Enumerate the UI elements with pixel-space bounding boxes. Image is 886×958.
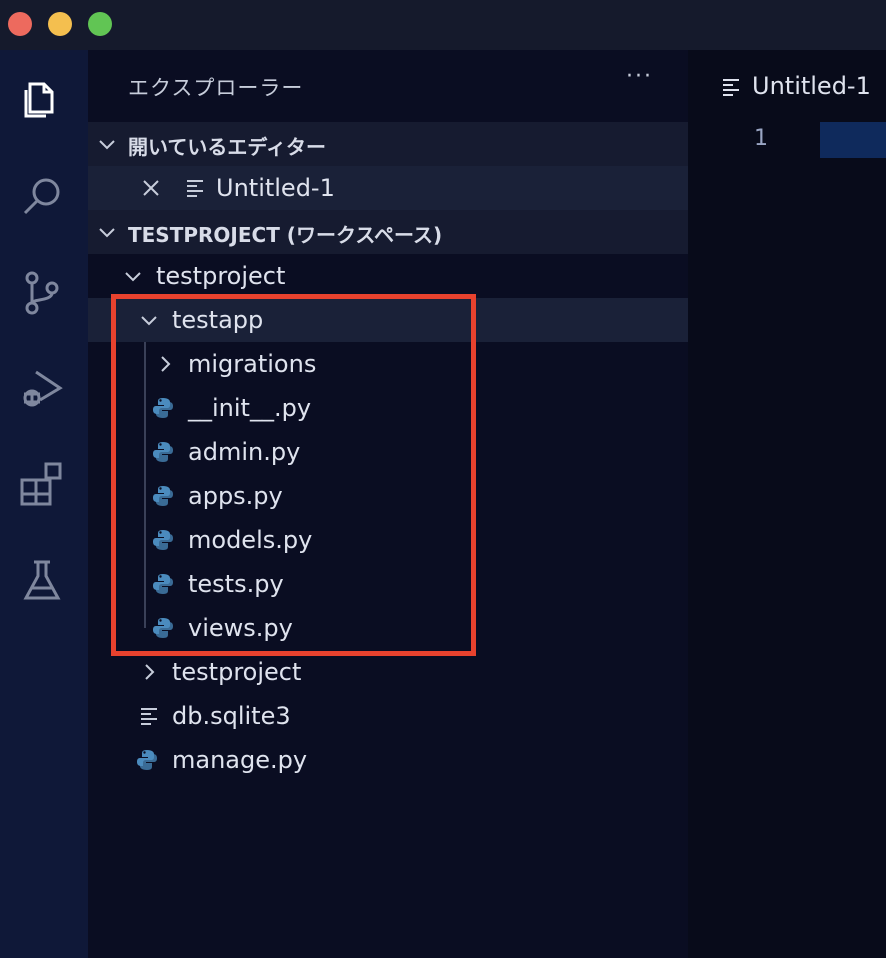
file-manage-py[interactable]: manage.py — [88, 738, 688, 782]
folder-label: testproject — [156, 262, 286, 290]
text-file-icon — [141, 708, 157, 725]
workspace-label: TESTPROJECT (ワークスペース) — [128, 223, 443, 247]
explorer-icon[interactable] — [14, 70, 70, 126]
workspace-section[interactable]: TESTPROJECT (ワークスペース) — [88, 210, 688, 254]
chevron-down-icon — [99, 228, 115, 238]
explorer-header: エクスプローラー ··· — [88, 50, 688, 122]
more-actions-button[interactable]: ··· — [626, 64, 653, 89]
file-db-sqlite3[interactable]: db.sqlite3 — [88, 694, 688, 738]
folder-testproject-sub[interactable]: testproject — [88, 650, 688, 694]
chevron-down-icon — [125, 272, 141, 282]
open-editor-item[interactable]: Untitled-1 — [88, 166, 688, 210]
editor-tab-label: Untitled-1 — [752, 72, 871, 100]
explorer-title: エクスプローラー — [128, 76, 304, 100]
chevron-down-icon — [99, 140, 115, 150]
python-icon — [137, 750, 157, 770]
search-icon[interactable] — [14, 168, 70, 224]
text-file-icon — [187, 180, 203, 197]
open-editors-section[interactable]: 開いているエディター — [88, 122, 688, 166]
file-label: manage.py — [172, 746, 308, 774]
folder-testproject-root[interactable]: testproject — [88, 254, 688, 298]
extensions-icon[interactable] — [14, 456, 70, 512]
text-file-icon — [723, 79, 739, 96]
maximize-window-button[interactable] — [88, 12, 112, 36]
folder-label: testproject — [172, 658, 302, 686]
title-bar — [0, 0, 886, 50]
close-window-button[interactable] — [8, 12, 32, 36]
highlight-box — [111, 294, 476, 656]
open-editor-label: Untitled-1 — [216, 174, 335, 202]
editor-area: Untitled-1 1 — [688, 50, 886, 958]
testing-icon[interactable] — [14, 552, 70, 608]
editor-tab[interactable]: Untitled-1 — [688, 50, 886, 124]
run-debug-icon[interactable] — [14, 360, 70, 416]
file-label: db.sqlite3 — [172, 702, 291, 730]
chevron-right-icon — [145, 664, 155, 680]
current-line-highlight[interactable] — [820, 122, 886, 158]
close-icon[interactable] — [140, 177, 162, 199]
line-number: 1 — [754, 126, 768, 151]
source-control-icon[interactable] — [14, 264, 70, 320]
minimize-window-button[interactable] — [48, 12, 72, 36]
activity-bar — [0, 50, 88, 958]
open-editors-label: 開いているエディター — [128, 135, 326, 159]
